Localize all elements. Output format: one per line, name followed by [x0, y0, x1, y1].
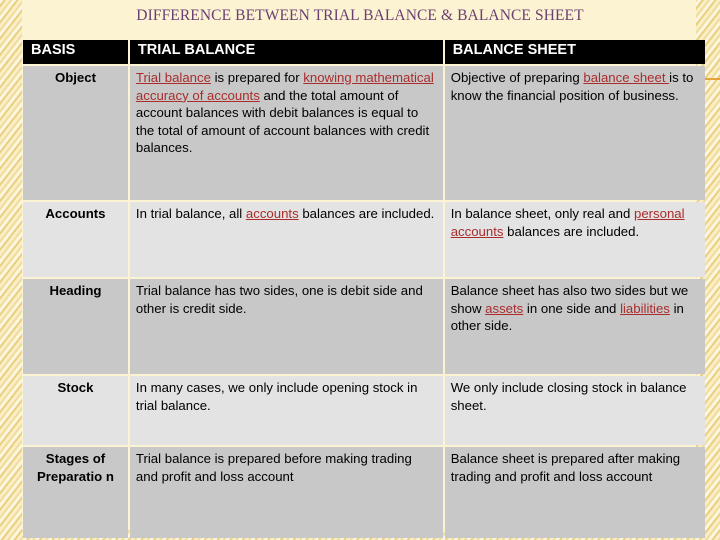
cell-balance-sheet: Objective of preparing balance sheet is …: [444, 66, 705, 200]
slide-canvas: DIFFERENCE BETWEEN TRIAL BALANCE & BALAN…: [0, 0, 720, 540]
body-text-run: In trial balance, all: [135, 206, 246, 221]
body-text-run: Trial balance is prepared before making …: [135, 451, 412, 484]
highlighted-term: assets: [485, 300, 524, 316]
column-header-basis: BASIS: [23, 40, 128, 64]
decorative-left-band: [0, 0, 22, 540]
cell-balance-sheet: Balance sheet is prepared after making t…: [444, 447, 705, 538]
highlighted-term: liabilities: [620, 300, 670, 316]
body-text-run: Trial balance has two sides, one is debi…: [135, 283, 423, 316]
cell-trial-balance: Trial balance is prepared before making …: [129, 447, 443, 538]
body-text-run: Balance sheet is prepared after making t…: [450, 451, 681, 484]
highlighted-term: balance sheet: [583, 70, 670, 85]
cell-trial-balance: Trial balance is prepared for knowing ma…: [129, 66, 443, 200]
comparison-table: BASIS TRIAL BALANCE BALANCE SHEET Object…: [21, 38, 707, 540]
body-text-run: In many cases, we only include opening s…: [135, 380, 418, 413]
table-header-row: BASIS TRIAL BALANCE BALANCE SHEET: [23, 40, 705, 64]
table-body: Object Trial balance is prepared for kno…: [23, 66, 705, 538]
body-text-run: in one side and: [523, 300, 621, 316]
cell-trial-balance: In trial balance, all accounts balances …: [129, 202, 443, 277]
cell-balance-sheet: In balance sheet, only real and personal…: [444, 202, 705, 277]
column-header-balance-sheet: BALANCE SHEET: [444, 40, 705, 64]
table-row: Heading Trial balance has two sides, one…: [23, 279, 705, 374]
body-text-run: In balance sheet, only real and: [450, 206, 634, 221]
table-row: Stock In many cases, we only include ope…: [23, 376, 705, 445]
body-text-run: balances are included.: [298, 206, 435, 221]
page-title: DIFFERENCE BETWEEN TRIAL BALANCE & BALAN…: [136, 7, 584, 24]
comparison-table-wrapper: BASIS TRIAL BALANCE BALANCE SHEET Object…: [21, 38, 707, 540]
cell-basis: Stages of Preparatio n: [23, 447, 128, 538]
table-row: Stages of Preparatio n Trial balance is …: [23, 447, 705, 538]
cell-trial-balance: In many cases, we only include opening s…: [129, 376, 443, 445]
table-row: Accounts In trial balance, all accounts …: [23, 202, 705, 277]
body-text-run: is prepared for: [210, 70, 304, 85]
cell-balance-sheet: We only include closing stock in balance…: [444, 376, 705, 445]
table-row: Object Trial balance is prepared for kno…: [23, 66, 705, 200]
cell-basis: Object: [23, 66, 128, 200]
highlighted-term: accounts: [245, 206, 299, 221]
body-text-run: We only include closing stock in balance…: [450, 380, 687, 413]
cell-basis: Accounts: [23, 202, 128, 277]
cell-basis: Heading: [23, 279, 128, 374]
cell-basis: Stock: [23, 376, 128, 445]
body-text-run: balances are included.: [503, 223, 640, 239]
table-header: BASIS TRIAL BALANCE BALANCE SHEET: [23, 40, 705, 64]
cell-balance-sheet: Balance sheet has also two sides but we …: [444, 279, 705, 374]
column-header-trial-balance: TRIAL BALANCE: [129, 40, 443, 64]
body-text-run: Objective of preparing: [450, 70, 584, 85]
highlighted-term: Trial balance: [135, 70, 211, 85]
cell-trial-balance: Trial balance has two sides, one is debi…: [129, 279, 443, 374]
